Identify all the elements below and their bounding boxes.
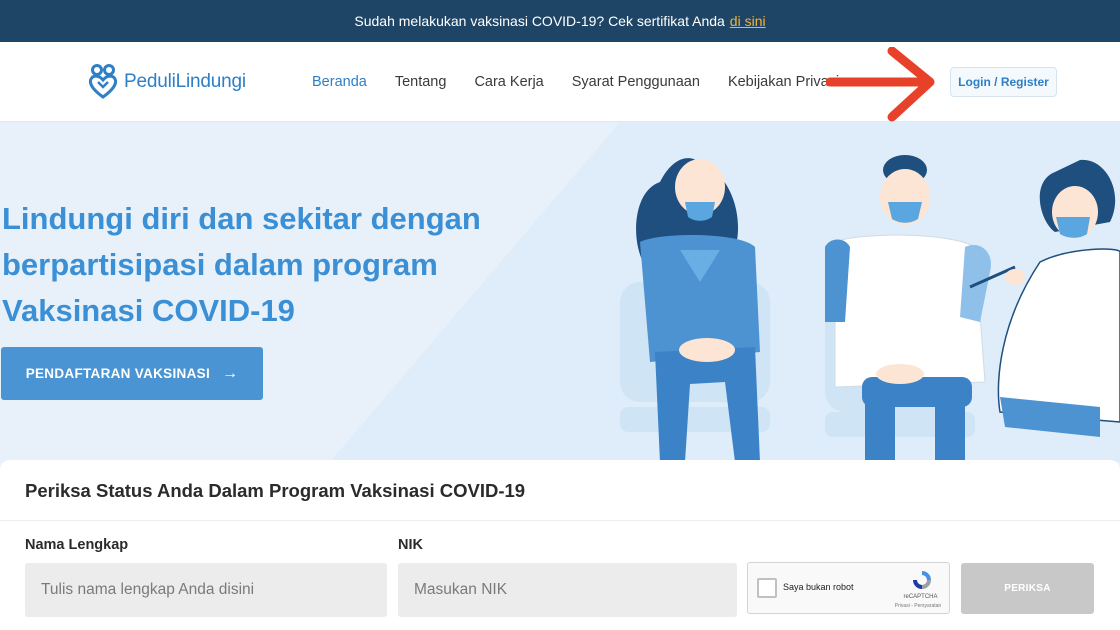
recaptcha-links[interactable]: Privasi - Persyaratan <box>888 603 948 609</box>
navbar: PeduliLindungi Beranda Tentang Cara Kerj… <box>0 42 1120 122</box>
nav-tentang[interactable]: Tentang <box>395 74 447 90</box>
name-label: Nama Lengkap <box>25 537 129 553</box>
nav-cara-kerja[interactable]: Cara Kerja <box>474 74 543 90</box>
nik-label: NIK <box>398 537 423 553</box>
captcha-checkbox[interactable] <box>757 578 777 598</box>
certificate-link[interactable]: di sini <box>730 13 766 29</box>
vaccination-illustration <box>620 155 1120 462</box>
recaptcha-logo-icon <box>913 571 931 589</box>
heart-logo-icon <box>88 64 118 99</box>
recaptcha-widget: Saya bukan robot reCAPTCHA Privasi - Per… <box>747 562 950 614</box>
announcement-bar: Sudah melakukan vaksinasi COVID-19? Cek … <box>0 0 1120 42</box>
hero-title: Lindungi diri dan sekitar dengan berpart… <box>2 201 481 328</box>
recaptcha-brand: reCAPTCHA <box>903 594 938 600</box>
nav-beranda[interactable]: Beranda <box>312 74 367 90</box>
logo-text: PeduliLindungi <box>124 71 246 92</box>
cta-label: PENDAFTARAN VAKSINASI <box>25 366 210 381</box>
login-register-button[interactable]: Login / Register <box>950 67 1057 97</box>
main-nav: Beranda Tentang Cara Kerja Syarat Penggu… <box>312 42 839 122</box>
vaccination-registration-button[interactable]: PENDAFTARAN VAKSINASI → <box>1 347 263 400</box>
annotation-arrow-icon <box>826 47 935 122</box>
status-check-card: Periksa Status Anda Dalam Program Vaksin… <box>0 460 1120 630</box>
status-check-title: Periksa Status Anda Dalam Program Vaksin… <box>25 480 526 501</box>
nik-input[interactable]: Masukan NIK <box>398 563 737 617</box>
hero-section: Lindungi diri dan sekitar dengan berpart… <box>0 122 1120 462</box>
arrow-right-icon: → <box>222 364 239 382</box>
nav-syarat-penggunaan[interactable]: Syarat Penggunaan <box>572 74 700 90</box>
full-name-input[interactable]: Tulis nama lengkap Anda disini <box>25 563 387 617</box>
announcement-text: Sudah melakukan vaksinasi COVID-19? Cek … <box>354 13 725 29</box>
logo[interactable]: PeduliLindungi <box>88 62 246 102</box>
check-button[interactable]: PERIKSA <box>961 563 1094 614</box>
nav-kebijakan-privasi[interactable]: Kebijakan Privasi <box>728 74 839 90</box>
divider <box>0 520 1120 521</box>
captcha-label: Saya bukan robot <box>783 582 854 592</box>
